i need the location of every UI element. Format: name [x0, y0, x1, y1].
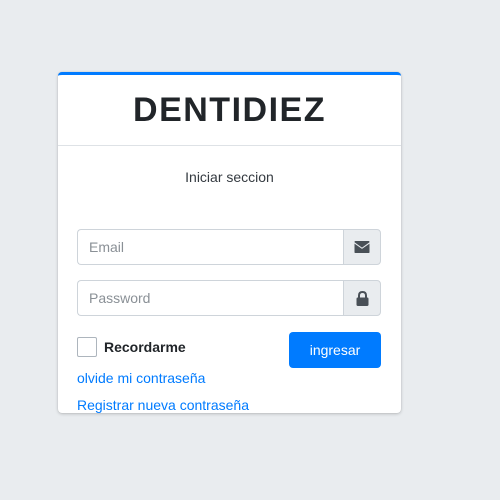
- login-form: Iniciar seccion Recordarme: [58, 168, 401, 413]
- envelope-icon: [354, 241, 370, 253]
- email-input-group: [77, 229, 381, 265]
- lock-icon: [356, 290, 368, 306]
- register-link[interactable]: Registrar nueva contraseña: [77, 397, 249, 413]
- password-input-group: [77, 280, 381, 316]
- password-field[interactable]: [77, 280, 343, 316]
- login-button[interactable]: ingresar: [289, 332, 381, 368]
- email-field[interactable]: [77, 229, 343, 265]
- forgot-password-link[interactable]: olvide mi contraseña: [77, 370, 205, 386]
- login-subtitle: Iniciar seccion: [185, 169, 274, 185]
- remember-label: Recordarme: [104, 339, 186, 355]
- remember-me[interactable]: Recordarme: [77, 337, 186, 357]
- brand-logo-text[interactable]: DENTIDIEZ: [133, 91, 326, 130]
- remember-checkbox[interactable]: [77, 337, 97, 357]
- login-card: DENTIDIEZ Iniciar seccion R: [58, 72, 401, 413]
- email-addon: [343, 229, 381, 265]
- card-header: DENTIDIEZ: [58, 75, 401, 146]
- password-addon: [343, 280, 381, 316]
